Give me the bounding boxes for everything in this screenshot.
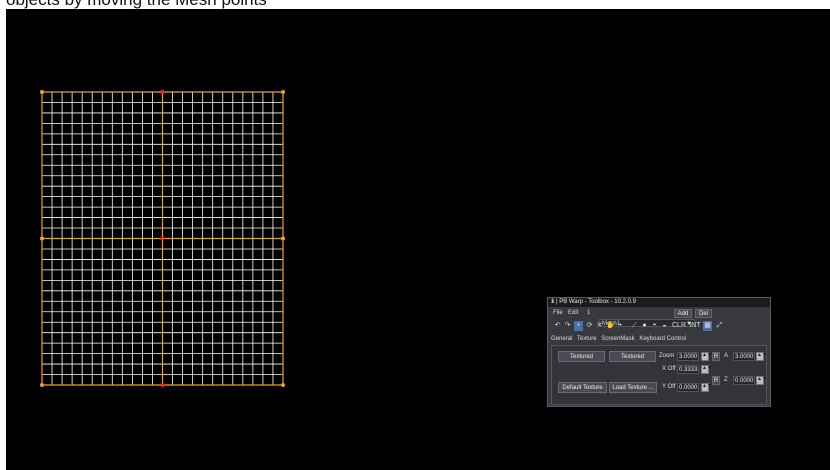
tab-screenmask[interactable]: ScreenMask <box>601 336 634 342</box>
toolbox-tabs: General Texture ScreenMask Keyboard Cont… <box>551 336 689 342</box>
toolbox-title-bar[interactable]: 1 | PB Warp - Toolbox - 10.2.0.9 × <box>548 298 770 307</box>
mesh-control-point[interactable] <box>160 90 165 94</box>
reset-r2-button[interactable]: R <box>712 376 720 385</box>
line-icon[interactable]: ⟋ <box>630 321 639 331</box>
a-label: A <box>724 353 729 359</box>
rotate-icon[interactable]: ⟳ <box>585 321 594 331</box>
textured-button-1[interactable]: Textured <box>558 351 605 362</box>
y-offset-label: Y Off <box>662 384 676 390</box>
mesh-index: 1 <box>587 310 591 316</box>
z-label: Z <box>724 377 728 383</box>
zoom-field[interactable]: 3.0000 <box>677 352 699 361</box>
tab-general[interactable]: General <box>551 336 572 342</box>
interpolate-button[interactable]: INT <box>689 321 701 331</box>
add-mesh-button[interactable]: Add <box>674 309 692 318</box>
mesh-control-point[interactable] <box>281 236 285 241</box>
undo-icon[interactable]: ↶ <box>553 321 562 331</box>
zoom-spinner[interactable]: ▲▼ <box>701 352 712 361</box>
ring-icon[interactable]: ◓ <box>650 321 659 331</box>
mesh-control-point[interactable] <box>40 236 44 241</box>
grid-icon[interactable]: ▦ <box>703 321 712 331</box>
arc-icon[interactable]: ◒ <box>660 321 669 331</box>
tab-texture[interactable]: Texture <box>577 336 597 342</box>
textured-button-2[interactable]: Textured <box>609 351 656 362</box>
redo-icon[interactable]: ↷ <box>563 321 572 331</box>
mesh-control-point[interactable] <box>281 383 285 387</box>
default-texture-button[interactable]: Default Texture <box>558 382 607 393</box>
load-texture-button[interactable]: Load Texture ... <box>609 382 657 393</box>
expand-icon[interactable]: ⤢ <box>715 321 724 331</box>
reset-r-button[interactable]: R <box>712 352 720 361</box>
scale-icon[interactable]: ✕ <box>595 321 604 331</box>
z-field[interactable]: 0.0000 <box>733 376 755 385</box>
hand-icon[interactable]: ✋ <box>606 321 615 331</box>
mesh-control-point[interactable] <box>281 90 285 94</box>
move-icon[interactable]: + <box>574 321 583 331</box>
menu-edit[interactable]: Edit <box>568 310 578 316</box>
point-icon[interactable]: • <box>616 321 625 331</box>
menu-file[interactable]: File <box>553 310 563 316</box>
delete-mesh-button[interactable]: Del <box>695 309 712 318</box>
a-spinner[interactable]: ▲▼ <box>756 352 767 361</box>
z-spinner[interactable]: ▲▼ <box>756 376 767 385</box>
tab-keyboard-control[interactable]: Keyboard Control <box>639 336 686 342</box>
clear-button[interactable]: CLR <box>672 321 686 331</box>
mesh-control-point[interactable] <box>40 383 44 387</box>
mesh-control-point[interactable] <box>40 90 44 94</box>
y-offset-spinner[interactable]: ▲▼ <box>701 383 712 392</box>
y-offset-field[interactable]: 0.0000 <box>677 383 699 392</box>
mesh-control-point[interactable] <box>160 236 165 241</box>
zoom-label: Zoom <box>659 353 675 359</box>
close-icon[interactable]: × <box>551 299 767 305</box>
toolbox-window: 1 | PB Warp - Toolbox - 10.2.0.9 × File … <box>547 297 771 407</box>
x-offset-field[interactable]: 0.3333 <box>677 365 699 374</box>
tool-icons-bar: ↶ ↷ + ⟳ ✕ ✋ • ⟋ ● ◓ ◒ CLR INT ▦ ⤢ <box>548 321 770 332</box>
menu-bar: File Edit 1 Mesh1 ▼ Add Del <box>548 308 770 327</box>
tutorial-caption: objects by moving the Mesh points <box>0 0 830 9</box>
texture-panel: Textured Textured Default Texture Load T… <box>551 345 767 405</box>
x-offset-label: X Off <box>662 366 676 372</box>
circle-icon[interactable]: ● <box>640 321 649 331</box>
mesh-control-point[interactable] <box>160 383 165 387</box>
x-offset-spinner[interactable]: ▲▼ <box>701 365 712 374</box>
a-field[interactable]: 3.0000 <box>733 352 755 361</box>
